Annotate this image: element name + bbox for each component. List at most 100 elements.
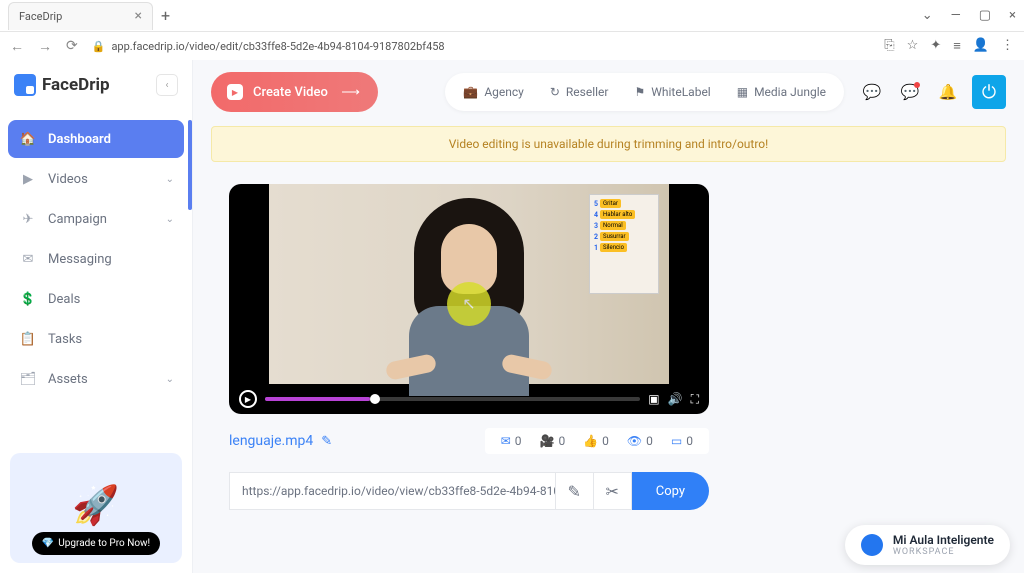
warning-alert: Video editing is unavailable during trim…	[211, 126, 1006, 162]
video-player[interactable]: 5Gritar 4Hablar alto 3Normal 2Susurrar 1…	[229, 184, 709, 414]
logo-mark-icon	[14, 74, 36, 96]
home-icon: 🏠	[18, 129, 38, 149]
create-label: Create Video	[253, 85, 328, 100]
reload-icon[interactable]: ⟳	[66, 38, 78, 54]
bell-icon[interactable]: 🔔	[934, 78, 962, 106]
progress-bar[interactable]	[265, 397, 640, 401]
sidebar-item-label: Assets	[48, 372, 88, 387]
sidebar-item-label: Messaging	[48, 252, 112, 267]
tab-title: FaceDrip	[19, 10, 62, 23]
list-icon[interactable]: ≡	[953, 38, 961, 54]
sidebar-item-deals[interactable]: 💲 Deals	[8, 280, 184, 318]
chat-icon[interactable]: 💬	[858, 78, 886, 106]
mode-agency[interactable]: 💼Agency	[453, 79, 533, 105]
minimize-icon[interactable]: —	[951, 8, 961, 23]
alert-text: Video editing is unavailable during trim…	[449, 137, 768, 151]
arrow-right-icon: ⟶	[341, 85, 360, 100]
chevron-down-icon: ⌄	[166, 214, 174, 225]
thumb-icon: 👍	[583, 434, 598, 448]
fullscreen-icon[interactable]: ⛶	[691, 392, 699, 407]
scrollbar[interactable]	[188, 120, 192, 210]
mail-icon: ✉	[501, 434, 511, 448]
play-icon: ▶	[18, 169, 38, 189]
mode-switcher: 💼Agency ↻Reseller ⚑WhiteLabel ▦Media Jun…	[445, 73, 844, 111]
media-icon: ▦	[737, 85, 748, 99]
extension-icon[interactable]: ✦	[930, 38, 941, 54]
sidebar-item-label: Dashboard	[48, 132, 111, 147]
power-button[interactable]: ⏻	[972, 75, 1006, 109]
upgrade-label: Upgrade to Pro Now!	[58, 538, 150, 549]
pip-icon[interactable]: ▣	[648, 392, 659, 406]
share-url-text: https://app.facedrip.io/video/view/cb33f…	[242, 484, 556, 498]
sidebar: FaceDrip ‹ 🏠 Dashboard ▶ Videos ⌄ ✈ Camp…	[0, 60, 193, 573]
mode-mediajungle[interactable]: ▦Media Jungle	[727, 79, 836, 105]
volume-icon[interactable]: 🔊	[668, 392, 683, 406]
clipboard-icon: 📋	[18, 329, 38, 349]
copy-label: Copy	[656, 484, 685, 499]
menu-icon[interactable]: ⋮	[1001, 38, 1014, 54]
edit-name-icon[interactable]: ✎	[321, 434, 332, 449]
share-icon[interactable]: ⎘	[884, 38, 894, 54]
video-stats: ✉0 🎥0 👍0 👁0 ▭0	[485, 428, 709, 454]
tab-icon: ▭	[671, 434, 682, 448]
folder-icon: 🗂	[18, 369, 38, 389]
sidebar-item-assets[interactable]: 🗂 Assets ⌄	[8, 360, 184, 398]
url-bar[interactable]: 🔒 app.facedrip.io/video/edit/cb33ffe8-5d…	[92, 40, 871, 53]
player-controls: ▶ ▣ 🔊 ⛶	[229, 384, 709, 414]
refresh-icon: ↻	[550, 85, 560, 99]
mode-whitelabel[interactable]: ⚑WhiteLabel	[624, 79, 720, 105]
forward-icon[interactable]: →	[38, 38, 52, 55]
scissors-button[interactable]: ✂	[594, 472, 632, 510]
mail-icon: ✉	[18, 249, 38, 269]
file-name: lenguaje.mp4	[229, 433, 313, 449]
close-window-icon[interactable]: ×	[1009, 8, 1016, 23]
lock-icon: 🔒	[92, 40, 106, 53]
main-content: ▶ Create Video ⟶ 💼Agency ↻Reseller ⚑Whit…	[193, 60, 1024, 573]
avatar[interactable]: 👤	[973, 38, 989, 54]
play-button[interactable]: ▶	[239, 390, 257, 408]
gem-icon: 💎	[42, 538, 54, 549]
chevron-down-icon: ⌄	[166, 174, 174, 185]
maximize-icon[interactable]: ▢	[979, 8, 991, 23]
collapse-sidebar-button[interactable]: ‹	[156, 74, 178, 96]
workspace-dot-icon	[861, 534, 883, 556]
back-icon[interactable]: ←	[10, 38, 24, 55]
browser-tab[interactable]: FaceDrip ×	[8, 2, 153, 30]
sidebar-item-dashboard[interactable]: 🏠 Dashboard	[8, 120, 184, 158]
sidebar-item-label: Videos	[48, 172, 88, 187]
workspace-sub: WORKSPACE	[893, 547, 994, 557]
browser-nav-bar: ← → ⟳ 🔒 app.facedrip.io/video/edit/cb33f…	[0, 32, 1024, 60]
browser-tab-bar: FaceDrip × + ⌄ — ▢ ×	[0, 0, 1024, 32]
edit-url-button[interactable]: ✎	[556, 472, 594, 510]
new-tab-icon[interactable]: +	[161, 6, 170, 25]
upgrade-button[interactable]: 💎 Upgrade to Pro Now!	[32, 532, 160, 555]
eye-icon: 👁	[627, 434, 642, 448]
sidebar-item-campaign[interactable]: ✈ Campaign ⌄	[8, 200, 184, 238]
close-icon[interactable]: ×	[135, 8, 142, 24]
chevron-down-icon: ⌄	[166, 374, 174, 385]
sidebar-item-tasks[interactable]: 📋 Tasks	[8, 320, 184, 358]
send-icon: ✈	[18, 209, 38, 229]
progress-thumb[interactable]	[370, 394, 380, 404]
inbox-icon[interactable]: 💬	[896, 78, 924, 106]
app-name: FaceDrip	[42, 75, 110, 95]
sidebar-item-messaging[interactable]: ✉ Messaging	[8, 240, 184, 278]
chevron-down-icon[interactable]: ⌄	[922, 8, 933, 23]
camera-icon: 🎥	[540, 434, 555, 448]
sidebar-item-videos[interactable]: ▶ Videos ⌄	[8, 160, 184, 198]
share-url-input[interactable]: https://app.facedrip.io/video/view/cb33f…	[229, 472, 556, 510]
flag-icon: ⚑	[634, 85, 645, 99]
rocket-icon: 🚀	[72, 484, 119, 528]
briefcase-icon: 💼	[463, 85, 478, 99]
mode-reseller[interactable]: ↻Reseller	[540, 79, 619, 105]
upgrade-promo: 🚀 💎 Upgrade to Pro Now!	[10, 453, 182, 563]
star-icon[interactable]: ☆	[907, 38, 919, 54]
url-text: app.facedrip.io/video/edit/cb33ffe8-5d2e…	[111, 40, 444, 53]
copy-button[interactable]: Copy	[632, 472, 709, 510]
sidebar-item-label: Deals	[48, 292, 80, 307]
sidebar-item-label: Tasks	[48, 332, 82, 347]
workspace-switcher[interactable]: Mi Aula Inteligente WORKSPACE	[845, 525, 1010, 565]
logo[interactable]: FaceDrip	[14, 74, 110, 96]
create-video-button[interactable]: ▶ Create Video ⟶	[211, 72, 378, 112]
play-icon: ▶	[227, 84, 243, 100]
